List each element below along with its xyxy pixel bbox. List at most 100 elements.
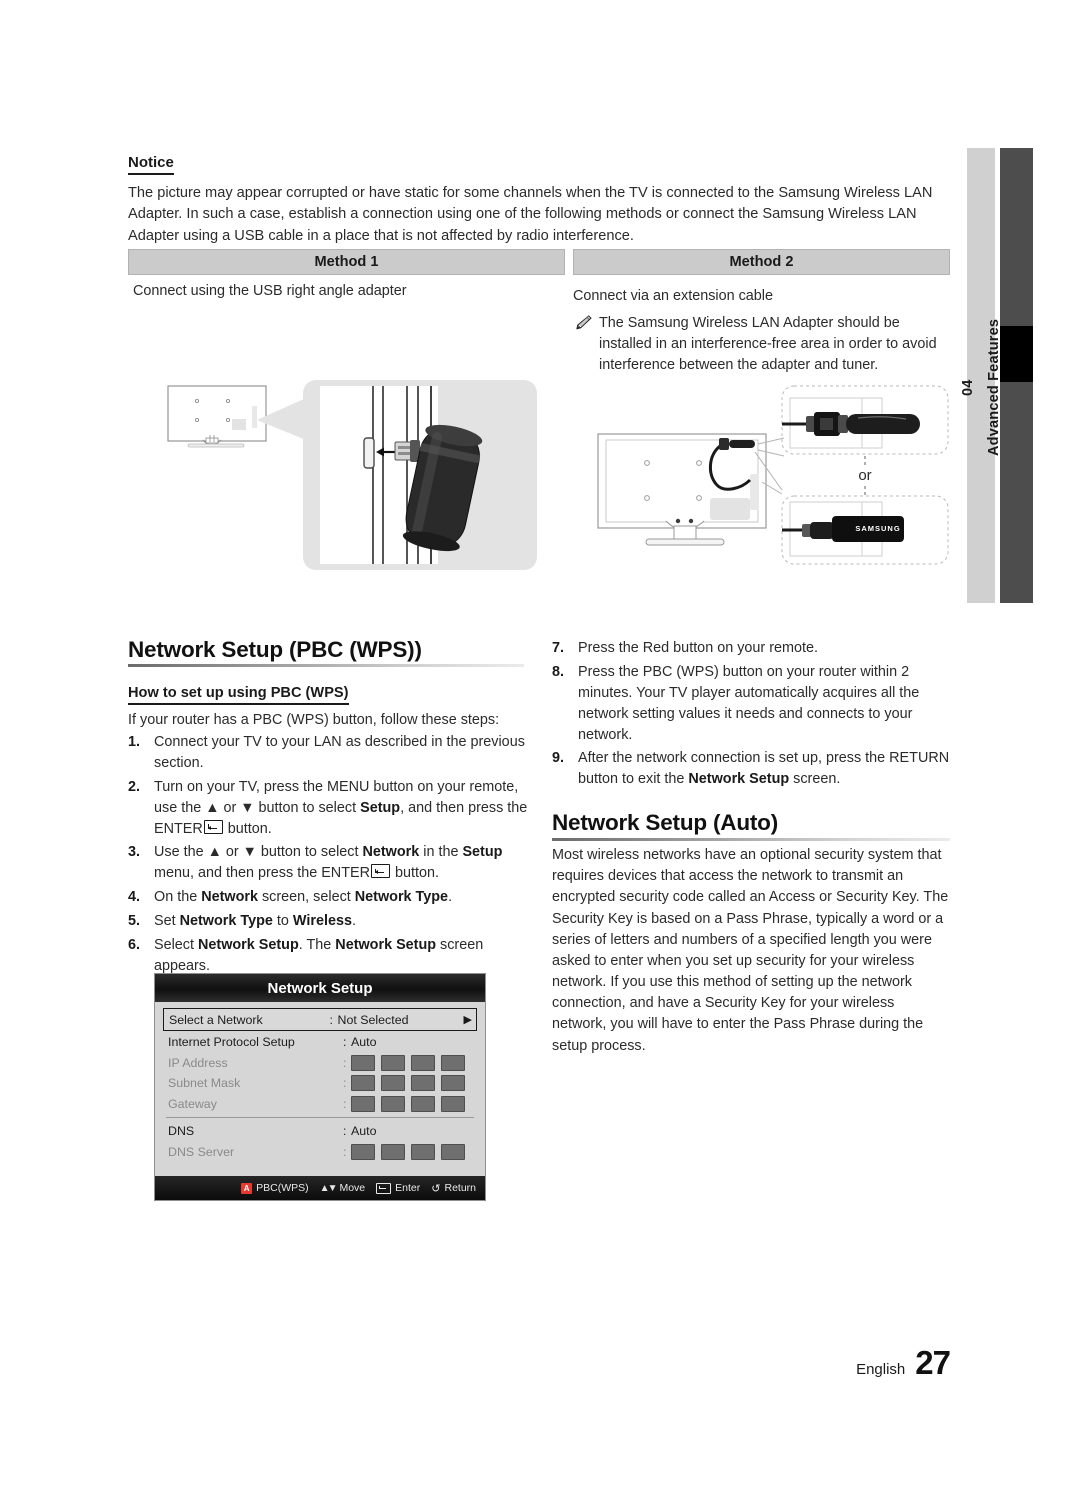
osd-row-value: Auto [351, 1124, 377, 1139]
osd-row-value [351, 1095, 477, 1112]
osd-row-colon: : [343, 1124, 347, 1139]
ip-octet-group[interactable] [351, 1054, 465, 1071]
section-rule-pbc [128, 664, 524, 667]
osd-row-ip-address[interactable]: IP Address: [163, 1053, 477, 1074]
osd-hint-enter[interactable]: Enter [376, 1182, 420, 1194]
osd-hint-pbc-wps-[interactable]: A PBC(WPS) [241, 1182, 309, 1194]
pbc-step-6: 6. Select Network Setup. The Network Setu… [128, 935, 528, 977]
method-2-illustration: or SAMSUNG [597, 385, 949, 565]
ip-octet-box[interactable] [381, 1095, 405, 1112]
ip-octet-box[interactable] [381, 1143, 405, 1160]
osd-row-value [351, 1054, 477, 1071]
notice-body: The picture may appear corrupted or have… [128, 185, 933, 244]
ip-octet-box[interactable] [411, 1054, 435, 1071]
ip-octet-box[interactable] [411, 1143, 435, 1160]
osd-row-colon: : [343, 1096, 347, 1111]
subsection-heading-pbc: How to set up using PBC (WPS) [128, 685, 349, 705]
ip-octet-box[interactable] [441, 1075, 465, 1092]
step-number: 1. [128, 734, 141, 750]
notice-heading: Notice [128, 155, 174, 175]
osd-title: Network Setup [155, 974, 485, 1002]
step-text: Set Network Type to Wireless. [154, 913, 356, 929]
step-number: 3. [128, 844, 141, 861]
chapter-name: Advanced Features [986, 318, 1002, 457]
chapter-bar-active-marker [1000, 326, 1033, 382]
network-setup-osd: Network Setup Select a Network: Not Selec… [154, 973, 486, 1201]
osd-row-subnet-mask[interactable]: Subnet Mask: [163, 1073, 477, 1094]
osd-row-gateway[interactable]: Gateway: [163, 1094, 477, 1115]
pbc-step-1: 7. Press the Red button on your remote. [552, 638, 952, 659]
step-text: Select Network Setup. The Network Setup … [154, 936, 484, 974]
osd-row-colon: : [343, 1076, 347, 1091]
osd-row-colon: : [329, 1012, 333, 1027]
step-text: Press the Red button on your remote. [578, 640, 818, 656]
section-heading-pbc: Network Setup (PBC (WPS)) [128, 637, 422, 662]
ip-octet-box[interactable] [381, 1054, 405, 1071]
ip-octet-box[interactable] [351, 1143, 375, 1160]
section-heading-auto: Network Setup (Auto) [552, 810, 778, 835]
osd-row-select-a-network[interactable]: Select a Network: Not Selected ▶ [163, 1008, 477, 1031]
ip-octet-group[interactable] [351, 1095, 465, 1112]
ip-octet-box[interactable] [351, 1075, 375, 1092]
osd-row-colon: : [343, 1035, 347, 1050]
method-2-header: Method 2 [573, 249, 950, 275]
pbc-step-5: 5. Set Network Type to Wireless. [128, 911, 528, 932]
osd-footer-hints: A PBC(WPS) ▲▼ Move Enter ↺ Return [155, 1176, 485, 1200]
osd-rows-group-1: Select a Network: Not Selected ▶ Internet P… [163, 1008, 477, 1114]
osd-row-colon: : [343, 1055, 347, 1070]
step-text: Turn on your TV, press the MENU button o… [154, 778, 528, 837]
pbc-step-1: 1. Connect your TV to your LAN as describ… [128, 732, 528, 774]
ip-octet-box[interactable] [411, 1075, 435, 1092]
method-1-caption: Connect using the USB right angle adapte… [133, 283, 407, 299]
osd-hint-label: Move [339, 1182, 366, 1194]
step-number: 4. [128, 889, 141, 906]
osd-hint-return[interactable]: ↺ Return [431, 1182, 476, 1195]
auto-section-body: Most wireless networks have an optional … [552, 847, 949, 1054]
osd-row-internet-protocol-setup[interactable]: Internet Protocol Setup: Auto [163, 1032, 477, 1053]
ip-octet-box[interactable] [351, 1095, 375, 1112]
manual-page: Advanced Features 04 Notice The picture … [0, 0, 1080, 1494]
return-arrow-icon: ↺ [431, 1182, 441, 1195]
osd-row-dns[interactable]: DNS: Auto [163, 1121, 477, 1142]
or-label: or [858, 467, 871, 484]
osd-row-colon: : [343, 1144, 347, 1159]
method-2-caption: Connect via an extension cable [573, 288, 774, 304]
ip-octet-group[interactable] [351, 1143, 465, 1160]
osd-row-label: Subnet Mask [168, 1076, 241, 1091]
osd-hint-move[interactable]: ▲▼ Move [320, 1182, 365, 1194]
step-text: Connect your TV to your LAN as described… [154, 734, 525, 771]
pbc-step-2: 8. Press the PBC (WPS) button on your rou… [552, 662, 952, 746]
ip-octet-group[interactable] [351, 1075, 465, 1092]
chapter-number: 04 [960, 379, 976, 396]
osd-hint-label: PBC(WPS) [256, 1182, 309, 1194]
pbc-intro-text: If your router has a PBC (WPS) button, f… [128, 712, 500, 728]
red-a-key-icon: A [241, 1182, 253, 1194]
ip-octet-box[interactable] [441, 1143, 465, 1160]
ip-octet-box[interactable] [441, 1054, 465, 1071]
footer-language: English [856, 1361, 906, 1378]
method-2-note-text: The Samsung Wireless LAN Adapter should … [599, 315, 937, 374]
section-rule-auto [552, 838, 950, 841]
enter-key-icon [376, 1182, 392, 1194]
step-number: 5. [128, 913, 141, 929]
osd-row-label: Internet Protocol Setup [168, 1035, 295, 1050]
osd-row-label: DNS [168, 1124, 195, 1139]
osd-row-label: IP Address [168, 1055, 228, 1070]
pbc-steps-right: 7. Press the Red button on your remote. 8.… [552, 638, 952, 793]
pbc-step-2: 2. Turn on your TV, press the MENU button… [128, 777, 528, 840]
osd-row-value [351, 1075, 477, 1092]
step-number: 8. [552, 663, 565, 680]
osd-row-dns-server[interactable]: DNS Server: [163, 1142, 477, 1163]
ip-octet-box[interactable] [381, 1075, 405, 1092]
method-1-illustration [167, 380, 537, 570]
ip-octet-box[interactable] [411, 1095, 435, 1112]
step-number: 7. [552, 640, 565, 656]
osd-separator [166, 1117, 474, 1118]
ip-octet-box[interactable] [351, 1054, 375, 1071]
ip-octet-box[interactable] [441, 1095, 465, 1112]
chevron-right-icon[interactable]: ▶ [464, 1013, 476, 1026]
updown-arrows-icon: ▲▼ [319, 1182, 338, 1194]
osd-row-label: Gateway [168, 1096, 217, 1111]
step-number: 2. [128, 778, 141, 795]
method-2-note: The Samsung Wireless LAN Adapter should … [573, 313, 953, 377]
